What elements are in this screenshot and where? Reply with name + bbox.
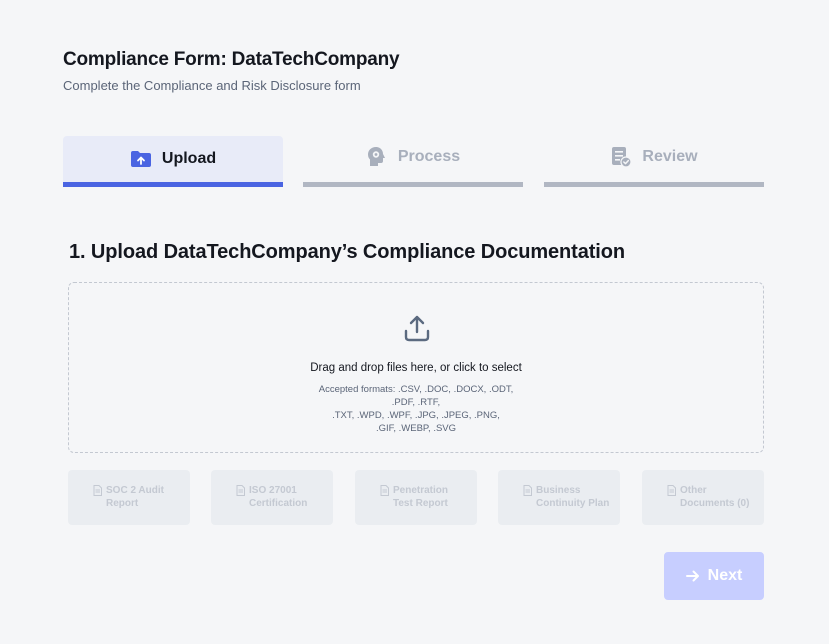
accepted-formats-line: Accepted formats: .CSV, .DOC, .DOCX, .OD… [318, 384, 514, 395]
accepted-formats-line: .TXT, .WPD, .WPF, .JPG, .JPEG, .PNG, [332, 410, 500, 421]
doc-type-label: Business [536, 485, 581, 496]
document-icon [667, 485, 676, 500]
tab-review-label: Review [642, 148, 698, 165]
doc-type-other-documents[interactable]: Other Documents (0) [642, 470, 764, 525]
accepted-formats-line: .PDF, .RTF, [391, 397, 441, 408]
folder-upload-icon [130, 150, 152, 168]
tab-upload-label: Upload [161, 150, 217, 167]
accepted-formats: Accepted formats: .CSV, .DOC, .DOCX, .OD… [69, 383, 763, 435]
tab-review-progress-bar [544, 182, 764, 187]
document-icon [93, 485, 102, 500]
head-gear-icon [366, 146, 388, 168]
doc-type-iso27001-certification[interactable]: ISO 27001 Certification [211, 470, 333, 525]
doc-type-label: Documents (0) [680, 498, 750, 509]
tab-process[interactable]: Process [303, 136, 523, 187]
doc-type-business-continuity-plan[interactable]: Business Continuity Plan [498, 470, 620, 525]
doc-type-label: Other [680, 485, 707, 496]
upload-icon [402, 313, 432, 348]
document-icon [380, 485, 389, 500]
tab-upload-progress-bar [63, 182, 283, 187]
tab-process-label: Process [397, 148, 461, 165]
dropzone-instructions: Drag and drop files here, or click to se… [310, 362, 522, 374]
doc-type-penetration-test-report[interactable]: Penetration Test Report [355, 470, 477, 525]
document-icon [236, 485, 245, 500]
doc-type-label: Certification [249, 498, 308, 509]
tab-upload[interactable]: Upload [63, 136, 283, 187]
arrow-right-icon [685, 570, 700, 582]
document-check-icon [610, 146, 633, 168]
document-type-list: SOC 2 Audit Report ISO 27001 Certificati… [68, 470, 764, 525]
doc-type-label: Report [106, 498, 139, 509]
file-dropzone[interactable]: Drag and drop files here, or click to se… [68, 282, 764, 453]
tab-process-progress-bar [303, 182, 523, 187]
stepper: Upload Process Review [63, 136, 764, 188]
doc-type-label: Test Report [393, 498, 448, 509]
section-title: 1. Upload DataTechCompany’s Compliance D… [69, 241, 626, 263]
page-subtitle: Complete the Compliance and Risk Disclos… [63, 78, 361, 93]
accepted-formats-line: .GIF, .WEBP, .SVG [375, 423, 457, 434]
next-button[interactable]: Next [664, 552, 764, 600]
tab-review[interactable]: Review [544, 136, 764, 187]
page-title: Compliance Form: DataTechCompany [63, 49, 400, 70]
next-button-label: Next [707, 567, 743, 584]
doc-type-label: Penetration [393, 485, 449, 496]
doc-type-label: ISO 27001 [249, 485, 297, 496]
document-icon [523, 485, 532, 500]
doc-type-label: Continuity Plan [536, 498, 610, 509]
doc-type-label: SOC 2 Audit [106, 485, 164, 496]
doc-type-soc2-audit-report[interactable]: SOC 2 Audit Report [68, 470, 190, 525]
